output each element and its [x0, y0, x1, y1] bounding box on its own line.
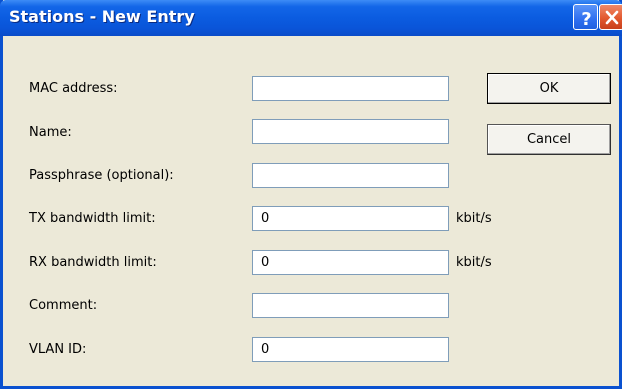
passphrase-label: Passphrase (optional): — [29, 168, 174, 183]
rx-bandwidth-field[interactable]: 0 — [252, 250, 449, 275]
close-icon — [605, 10, 619, 25]
tx-bandwidth-label: TX bandwidth limit: — [29, 211, 156, 226]
dialog-window: Stations - New Entry ? MAC address: Name… — [0, 0, 622, 389]
help-icon: ? — [581, 9, 591, 30]
rx-bandwidth-unit: kbit/s — [456, 255, 492, 270]
cancel-button[interactable]: Cancel — [487, 124, 611, 155]
mac-address-label: MAC address: — [29, 81, 118, 96]
name-field[interactable] — [252, 119, 449, 144]
svg-text:?: ? — [581, 9, 591, 30]
help-button[interactable]: ? — [573, 4, 598, 30]
tx-bandwidth-field[interactable]: 0 — [252, 206, 449, 231]
vlan-id-label: VLAN ID: — [29, 342, 87, 357]
name-label: Name: — [29, 125, 72, 140]
passphrase-field[interactable] — [252, 163, 449, 188]
rx-bandwidth-label: RX bandwidth limit: — [29, 255, 157, 270]
comment-label: Comment: — [29, 298, 98, 313]
comment-field[interactable] — [252, 293, 449, 318]
tx-bandwidth-unit: kbit/s — [456, 211, 492, 226]
mac-address-field[interactable] — [252, 76, 449, 101]
window-title: Stations - New Entry — [9, 7, 195, 26]
title-bar[interactable]: Stations - New Entry ? — [0, 0, 622, 36]
close-button[interactable] — [599, 4, 622, 30]
ok-button[interactable]: OK — [487, 73, 611, 104]
vlan-id-field[interactable]: 0 — [252, 337, 449, 362]
